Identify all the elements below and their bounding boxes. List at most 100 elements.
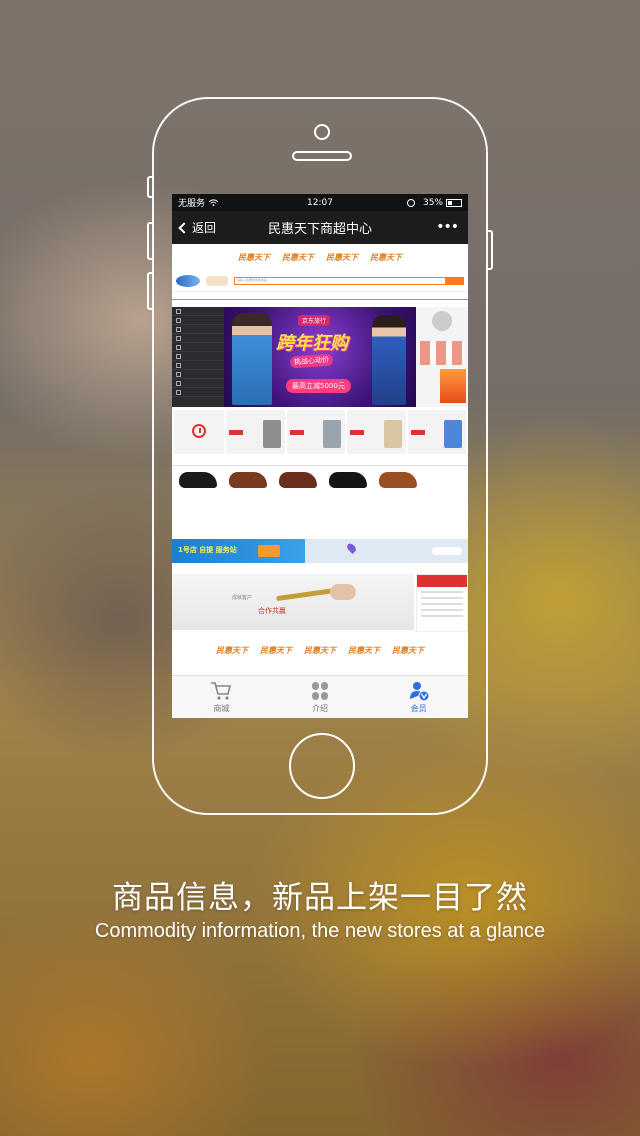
tab-label: 会员 xyxy=(410,703,427,713)
brand-logo-strip: 民惠天下 民惠天下 民惠天下 民惠天下 xyxy=(172,244,468,270)
tab-label: 商城 xyxy=(213,703,230,713)
map-banner-title: 1号店 自提 服务站 xyxy=(178,546,237,554)
chevron-left-icon xyxy=(178,221,190,234)
site-menu[interactable] xyxy=(172,292,468,300)
promo-banner[interactable]: 京东旅行 跨年狂购 挑战心动价 最高立减5000元 xyxy=(224,307,416,407)
tab-label: 介绍 xyxy=(312,703,328,713)
volume-up-button xyxy=(147,222,153,260)
deal-card[interactable] xyxy=(407,410,466,454)
tab-intro[interactable]: 介绍 xyxy=(271,676,370,718)
nav-bar: 返回 民惠天下商超中心 ••• xyxy=(172,211,468,244)
brand-logo: 民惠天下 xyxy=(348,644,380,655)
quick-links-grid[interactable] xyxy=(420,341,464,365)
product-card[interactable] xyxy=(276,472,320,532)
brand-logo: 民惠天下 xyxy=(304,644,336,655)
flash-sale-card[interactable] xyxy=(174,410,224,454)
volume-down-button xyxy=(147,272,153,310)
clover-icon xyxy=(312,681,328,700)
category-item[interactable] xyxy=(172,379,224,388)
banner-person-left xyxy=(232,313,272,405)
merchant-join-banner[interactable]: 成就客户 合作共赢 xyxy=(172,574,414,630)
product-card[interactable] xyxy=(176,472,220,532)
brand-logo: 民惠天下 xyxy=(370,251,402,262)
banner-tag: 京东旅行 xyxy=(298,315,331,326)
category-item[interactable] xyxy=(172,334,224,343)
category-item[interactable] xyxy=(172,352,224,361)
clock-time: 12:07 xyxy=(307,197,333,208)
clock-icon xyxy=(192,423,206,438)
deal-card[interactable] xyxy=(286,410,345,454)
footer-logo-strip: 民惠天下 民惠天下 民惠天下 民惠天下 民惠天下 xyxy=(172,638,468,662)
site-logo-icon[interactable] xyxy=(176,274,200,287)
mute-switch xyxy=(147,176,153,198)
category-item[interactable] xyxy=(172,388,224,397)
member-icon xyxy=(409,681,430,701)
join-text-1: 成就客户 xyxy=(232,595,253,601)
product-card[interactable] xyxy=(376,472,420,532)
brand-logo: 民惠天下 xyxy=(216,644,248,655)
deals-row xyxy=(172,410,468,454)
product-tabs[interactable] xyxy=(172,458,468,466)
banner-price: 最高立减5000元 xyxy=(286,379,351,393)
webview-content[interactable]: 民惠天下 民惠天下 民惠天下 民惠天下 请输入您要搜索的商品 京东旅行 跨年狂购… xyxy=(172,244,468,674)
power-button xyxy=(487,230,493,270)
deal-card[interactable] xyxy=(226,410,285,454)
deal-thumb xyxy=(323,420,341,448)
truck-icon xyxy=(258,545,280,557)
cart-icon xyxy=(211,681,232,700)
banner-subtitle: 挑战心动价 xyxy=(289,353,334,369)
category-item[interactable] xyxy=(172,343,224,352)
product-card[interactable] xyxy=(226,472,270,532)
bottom-tab-bar: 商城 介绍 会员 xyxy=(172,675,468,718)
map-banner-chip xyxy=(432,547,462,555)
search-button[interactable] xyxy=(445,277,463,284)
category-item[interactable] xyxy=(172,370,224,379)
category-item[interactable] xyxy=(172,325,224,334)
tab-mall[interactable]: 商城 xyxy=(172,676,271,718)
deal-thumb xyxy=(383,420,402,448)
shoe-image xyxy=(229,472,267,488)
phone-screen: 无服务 12:07 35% 返回 民惠天下商超中心 ••• 民惠天下 民惠天下 … xyxy=(172,194,468,718)
brand-logo: 民惠天下 xyxy=(392,644,424,655)
pickup-station-banner[interactable]: 1号店 自提 服务站 xyxy=(172,539,468,563)
back-button[interactable]: 返回 xyxy=(172,219,216,236)
category-list[interactable] xyxy=(172,307,224,407)
shoe-image xyxy=(329,472,367,488)
brand-logo: 民惠天下 xyxy=(326,251,358,262)
price-tag xyxy=(229,430,243,435)
category-item[interactable] xyxy=(172,361,224,370)
page-title: 民惠天下商超中心 xyxy=(267,222,372,237)
price-tag xyxy=(350,430,364,435)
caption-english: Commodity information, the new stores at… xyxy=(94,920,546,942)
product-list xyxy=(172,472,468,532)
more-dots-icon[interactable]: ••• xyxy=(436,220,459,234)
side-promo[interactable] xyxy=(440,369,466,403)
tab-member[interactable]: 会员 xyxy=(369,676,468,718)
map-pin-icon xyxy=(345,541,358,555)
price-tag xyxy=(289,430,304,435)
apply-header xyxy=(417,575,467,587)
price-tag xyxy=(410,430,425,435)
category-item[interactable] xyxy=(172,307,224,316)
product-card[interactable] xyxy=(326,472,370,532)
deal-thumb xyxy=(444,420,462,448)
status-bar: 无服务 12:07 35% xyxy=(172,194,468,211)
merchant-apply-panel[interactable] xyxy=(416,574,468,632)
front-camera-icon xyxy=(314,124,330,140)
shoe-image xyxy=(179,472,217,488)
search-input[interactable]: 请输入您要搜索的商品 xyxy=(234,276,464,285)
avatar[interactable] xyxy=(432,311,452,331)
search-placeholder: 请输入您要搜索的商品 xyxy=(237,277,268,282)
speaker-grille xyxy=(292,151,352,161)
deal-card[interactable] xyxy=(347,410,406,454)
banner-headline: 跨年狂购 xyxy=(276,333,348,354)
hero-section: 京东旅行 跨年狂购 挑战心动价 最高立减5000元 xyxy=(172,307,468,407)
key-icon xyxy=(275,587,337,602)
site-header: 请输入您要搜索的商品 xyxy=(172,270,468,292)
banner-person-right xyxy=(372,315,406,405)
brand-logo: 民惠天下 xyxy=(260,644,292,655)
back-label: 返回 xyxy=(192,221,217,235)
home-button-icon xyxy=(289,733,355,799)
category-item[interactable] xyxy=(172,316,224,325)
caption-chinese: 商品信息，新品上架一目了然 xyxy=(112,880,528,916)
